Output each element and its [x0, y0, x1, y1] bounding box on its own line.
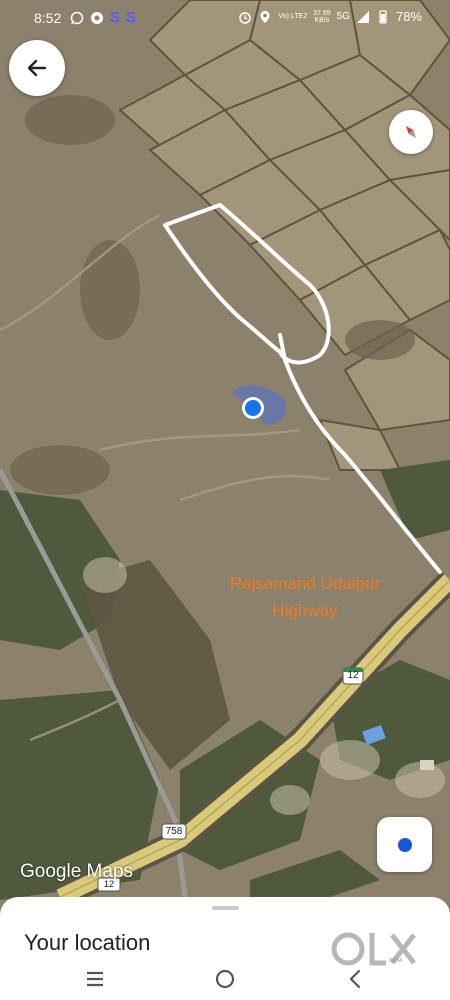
annotation-line-1: Rajsamand Udaipur — [229, 574, 381, 593]
status-bar: 8:52 S S Vo) LTE2 37.69 KB/s 5G 78% — [0, 0, 450, 36]
status-time: 8:52 — [34, 10, 62, 26]
settings-icon — [91, 11, 103, 24]
compass-icon — [405, 125, 417, 139]
volte-indicator: Vo) LTE2 — [278, 13, 308, 20]
compass-button[interactable] — [389, 110, 433, 154]
system-nav-bar — [0, 960, 450, 1000]
network-type: 5G — [336, 11, 350, 22]
my-location-icon — [397, 837, 412, 852]
s-app-icon-2: S — [126, 9, 137, 26]
recent-apps-button[interactable] — [80, 964, 110, 994]
home-button[interactable] — [210, 964, 240, 994]
status-right-icons: Vo) LTE2 37.69 KB/s 5G 78% — [238, 9, 422, 24]
home-icon — [215, 969, 235, 989]
sheet-drag-handle[interactable] — [212, 906, 239, 910]
status-left-icons: S S — [70, 9, 136, 26]
back-button[interactable] — [9, 40, 65, 96]
google-maps-logo: Google Maps — [20, 861, 134, 882]
s-app-icon-1: S — [110, 9, 121, 26]
battery-level: 78% — [395, 9, 422, 24]
battery-icon — [379, 9, 387, 24]
alarm-icon — [239, 11, 252, 24]
sheet-title: Your location — [24, 930, 151, 955]
whatsapp-icon — [70, 11, 84, 24]
highway-annotation: Rajsamand Udaipur Highway — [200, 570, 410, 624]
highway-shield-12-label: 12 — [347, 670, 359, 681]
net-speed: 37.69 KB/s — [313, 9, 331, 24]
arrow-left-icon — [27, 59, 47, 77]
location-icon — [260, 10, 270, 23]
recent-apps-icon — [87, 971, 103, 987]
nav-back-button[interactable] — [340, 964, 370, 994]
back-icon — [349, 969, 361, 989]
highway-shield-758-label: 758 — [165, 826, 183, 837]
annotation-line-2: Highway — [272, 601, 338, 620]
signal-icon — [356, 10, 369, 23]
my-location-button[interactable] — [377, 817, 432, 872]
